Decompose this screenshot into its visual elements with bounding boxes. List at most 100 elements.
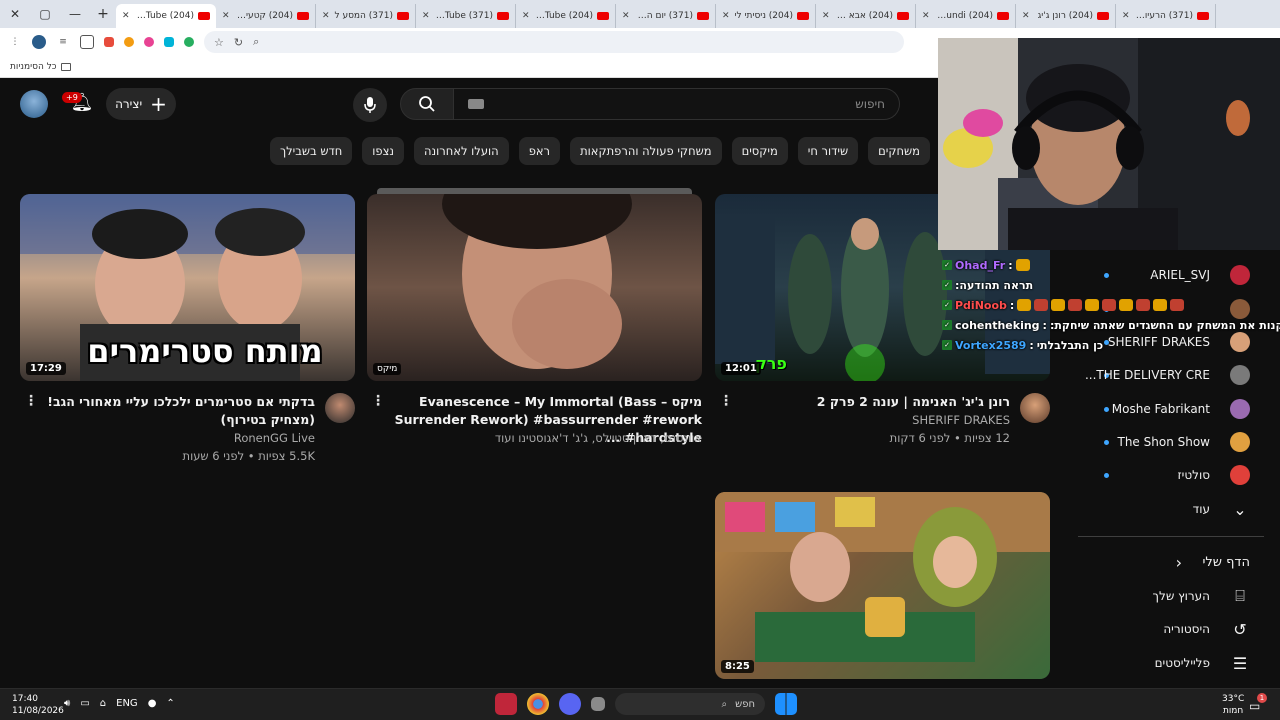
channel-avatar[interactable]	[325, 393, 355, 423]
close-tab-icon[interactable]: ✕	[322, 11, 330, 21]
extension-red-icon[interactable]	[104, 37, 114, 47]
subscription-label: Moshe Fabrikant	[1111, 402, 1210, 416]
video-title[interactable]: רונן ג'יג' האנימה | עונה 2 פרק 2	[720, 393, 1010, 411]
search-input[interactable]: חיפוש	[454, 88, 900, 120]
browser-tab[interactable]: ✕ (371) יום ההור	[616, 4, 716, 28]
video-title[interactable]: בדקתי אם סטרימרים ילכלכו עליי מאחורי הגב…	[25, 393, 315, 429]
filter-chip[interactable]: ראפ	[518, 137, 561, 165]
video-thumbnail[interactable]: מיקס	[367, 194, 702, 381]
taskbar-search[interactable]: ⌕ חפש	[615, 693, 765, 715]
browser-tab[interactable]: ✕ (204) deFoundi	[916, 4, 1016, 28]
extension-pink-icon[interactable]	[144, 37, 154, 47]
keyboard-icon[interactable]	[468, 99, 484, 109]
sidebar-my-page[interactable]: הדף שלי ›	[1078, 545, 1280, 579]
sidebar-subscription-item[interactable]: The Shon Show	[1078, 425, 1280, 459]
browser-tab[interactable]: ✕(204) YouTube	[516, 4, 616, 28]
emote-icon	[1051, 299, 1066, 311]
close-tab-icon[interactable]: ✕	[722, 11, 730, 21]
browser-tab[interactable]: ✕ (204) רונן ג'יג	[1016, 4, 1116, 28]
menu-icon[interactable]: ⋮	[8, 35, 22, 49]
close-tab-icon[interactable]: ✕	[822, 11, 830, 21]
close-window-button[interactable]: ✕	[0, 0, 30, 28]
extension-blue-icon[interactable]	[164, 37, 174, 47]
close-tab-icon[interactable]: ✕	[422, 11, 430, 21]
live-dot	[1104, 472, 1109, 478]
file-explorer-icon[interactable]	[591, 697, 605, 711]
channel-name[interactable]: RonenGG Live	[234, 431, 315, 445]
more-options-icon[interactable]: ⋮	[719, 393, 733, 409]
browser-tab[interactable]: ✕ (204) קטעים ס	[216, 4, 316, 28]
sidebar-subscription-item[interactable]: סולטיז	[1078, 458, 1280, 492]
all-bookmarks-label[interactable]: כל הסימניות	[10, 62, 57, 72]
video-thumbnail[interactable]: 8:25	[715, 492, 1050, 679]
microphone-icon[interactable]: ●	[148, 698, 157, 709]
video-card[interactable]: מותח סטרימרים 17:29 בדקתי אם סטרימרים יל…	[20, 194, 355, 473]
extensions-icon[interactable]	[80, 35, 94, 49]
extension-green-icon[interactable]	[184, 37, 194, 47]
sidebar-my-channel[interactable]: הערוץ שלך ⌸	[1078, 579, 1280, 613]
browser-tab[interactable]: ✕ (204) אבא קרי	[816, 4, 916, 28]
taskbar-clock[interactable]: 17:40 11/08/2026	[12, 693, 64, 717]
display-icon[interactable]: ▭	[80, 698, 89, 709]
reload-icon[interactable]: ↻	[234, 36, 243, 49]
windows-start-icon[interactable]	[775, 693, 797, 715]
account-avatar[interactable]	[20, 90, 48, 118]
browser-tab[interactable]: ✕ (371) המסע ל	[316, 4, 416, 28]
chrome-icon[interactable]	[527, 693, 549, 715]
create-button[interactable]: יצירה +	[106, 88, 176, 120]
address-bar[interactable]: ☆ ↻ ⌕	[204, 31, 904, 53]
discord-icon[interactable]	[559, 693, 581, 715]
sidebar-history[interactable]: היסטוריה ↺	[1078, 612, 1280, 646]
extension-orange-icon[interactable]	[124, 37, 134, 47]
sidebar-subscription-item[interactable]: THE DELIVERY CRE...	[1078, 358, 1280, 392]
media-control-icon[interactable]: ≡	[56, 35, 70, 49]
filter-chip[interactable]: נצפו	[362, 137, 405, 165]
browser-tab[interactable]: ✕(204) YouTube	[116, 4, 216, 28]
close-tab-icon[interactable]: ✕	[622, 11, 630, 21]
chat-text: ממליץ לקנות את המשחק עם החשגדים שאתה שיח…	[1049, 318, 1280, 332]
close-tab-icon[interactable]: ✕	[1022, 11, 1030, 21]
app-icon-red[interactable]	[495, 693, 517, 715]
profile-icon[interactable]	[32, 35, 46, 49]
network-icon[interactable]: ⌂	[100, 698, 106, 709]
restore-window-button[interactable]: ▢	[30, 0, 60, 28]
sidebar-more[interactable]: עוד ⌄	[1078, 492, 1280, 526]
subscription-label: The Shon Show	[1117, 435, 1211, 449]
search-button[interactable]	[400, 88, 454, 120]
chevron-up-icon[interactable]: ⌃	[166, 698, 174, 709]
sidebar-subscription-item[interactable]: Moshe Fabrikant	[1078, 392, 1280, 426]
voice-search-button[interactable]	[353, 88, 387, 122]
close-tab-icon[interactable]: ✕	[522, 11, 530, 21]
minimize-window-button[interactable]: —	[60, 0, 90, 28]
zoom-icon[interactable]: ⌕	[253, 35, 259, 49]
filter-chip[interactable]: חדש בשבילך	[269, 137, 353, 165]
new-tab-button[interactable]: +	[90, 6, 116, 22]
close-tab-icon[interactable]: ✕	[922, 11, 930, 21]
more-options-icon[interactable]: ⋮	[24, 393, 38, 409]
more-options-icon[interactable]: ⋮	[371, 393, 385, 409]
channel-name[interactable]: אוונסנס, דארן סטיילס, ג'ג' ד'אגוסטינו וע…	[495, 431, 702, 445]
browser-tab[interactable]: ✕ (204) ניסיתי לי	[716, 4, 816, 28]
filter-chip[interactable]: הועלו לאחרונה	[414, 137, 509, 165]
video-thumbnail[interactable]: מותח סטרימרים 17:29	[20, 194, 355, 381]
filter-chip[interactable]: משחקי פעולה והרפתקאות	[570, 137, 722, 165]
browser-tab[interactable]: ✕ (371) הרעיון ש	[1116, 4, 1216, 28]
video-card[interactable]: מיקס מיקס – Evanescence – My Immortal (B…	[367, 188, 702, 473]
video-card[interactable]: 8:25	[715, 492, 1050, 679]
channel-avatar[interactable]	[1020, 393, 1050, 423]
close-tab-icon[interactable]: ✕	[122, 11, 130, 21]
browser-tab[interactable]: ✕(371) YouTube	[416, 4, 516, 28]
filter-chip[interactable]: שידור חי	[797, 137, 859, 165]
sidebar-playlists[interactable]: פלייליסטים ☰	[1078, 646, 1280, 680]
weather-widget[interactable]: 33°C חמות	[1222, 693, 1244, 717]
channel-name[interactable]: SHERIFF DRAKES	[912, 413, 1010, 427]
filter-chip[interactable]: משחקים	[868, 137, 930, 165]
filter-chip[interactable]: מיקסים	[731, 137, 788, 165]
close-tab-icon[interactable]: ✕	[222, 11, 230, 21]
volume-icon[interactable]: 🔊︎	[64, 698, 70, 709]
bookmark-star-icon[interactable]: ☆	[214, 36, 224, 49]
language-indicator[interactable]: ENG	[116, 698, 138, 709]
close-tab-icon[interactable]: ✕	[1122, 11, 1130, 21]
notification-center-icon[interactable]: ▭ 1	[1249, 693, 1269, 715]
webcam-overlay	[938, 38, 1280, 250]
